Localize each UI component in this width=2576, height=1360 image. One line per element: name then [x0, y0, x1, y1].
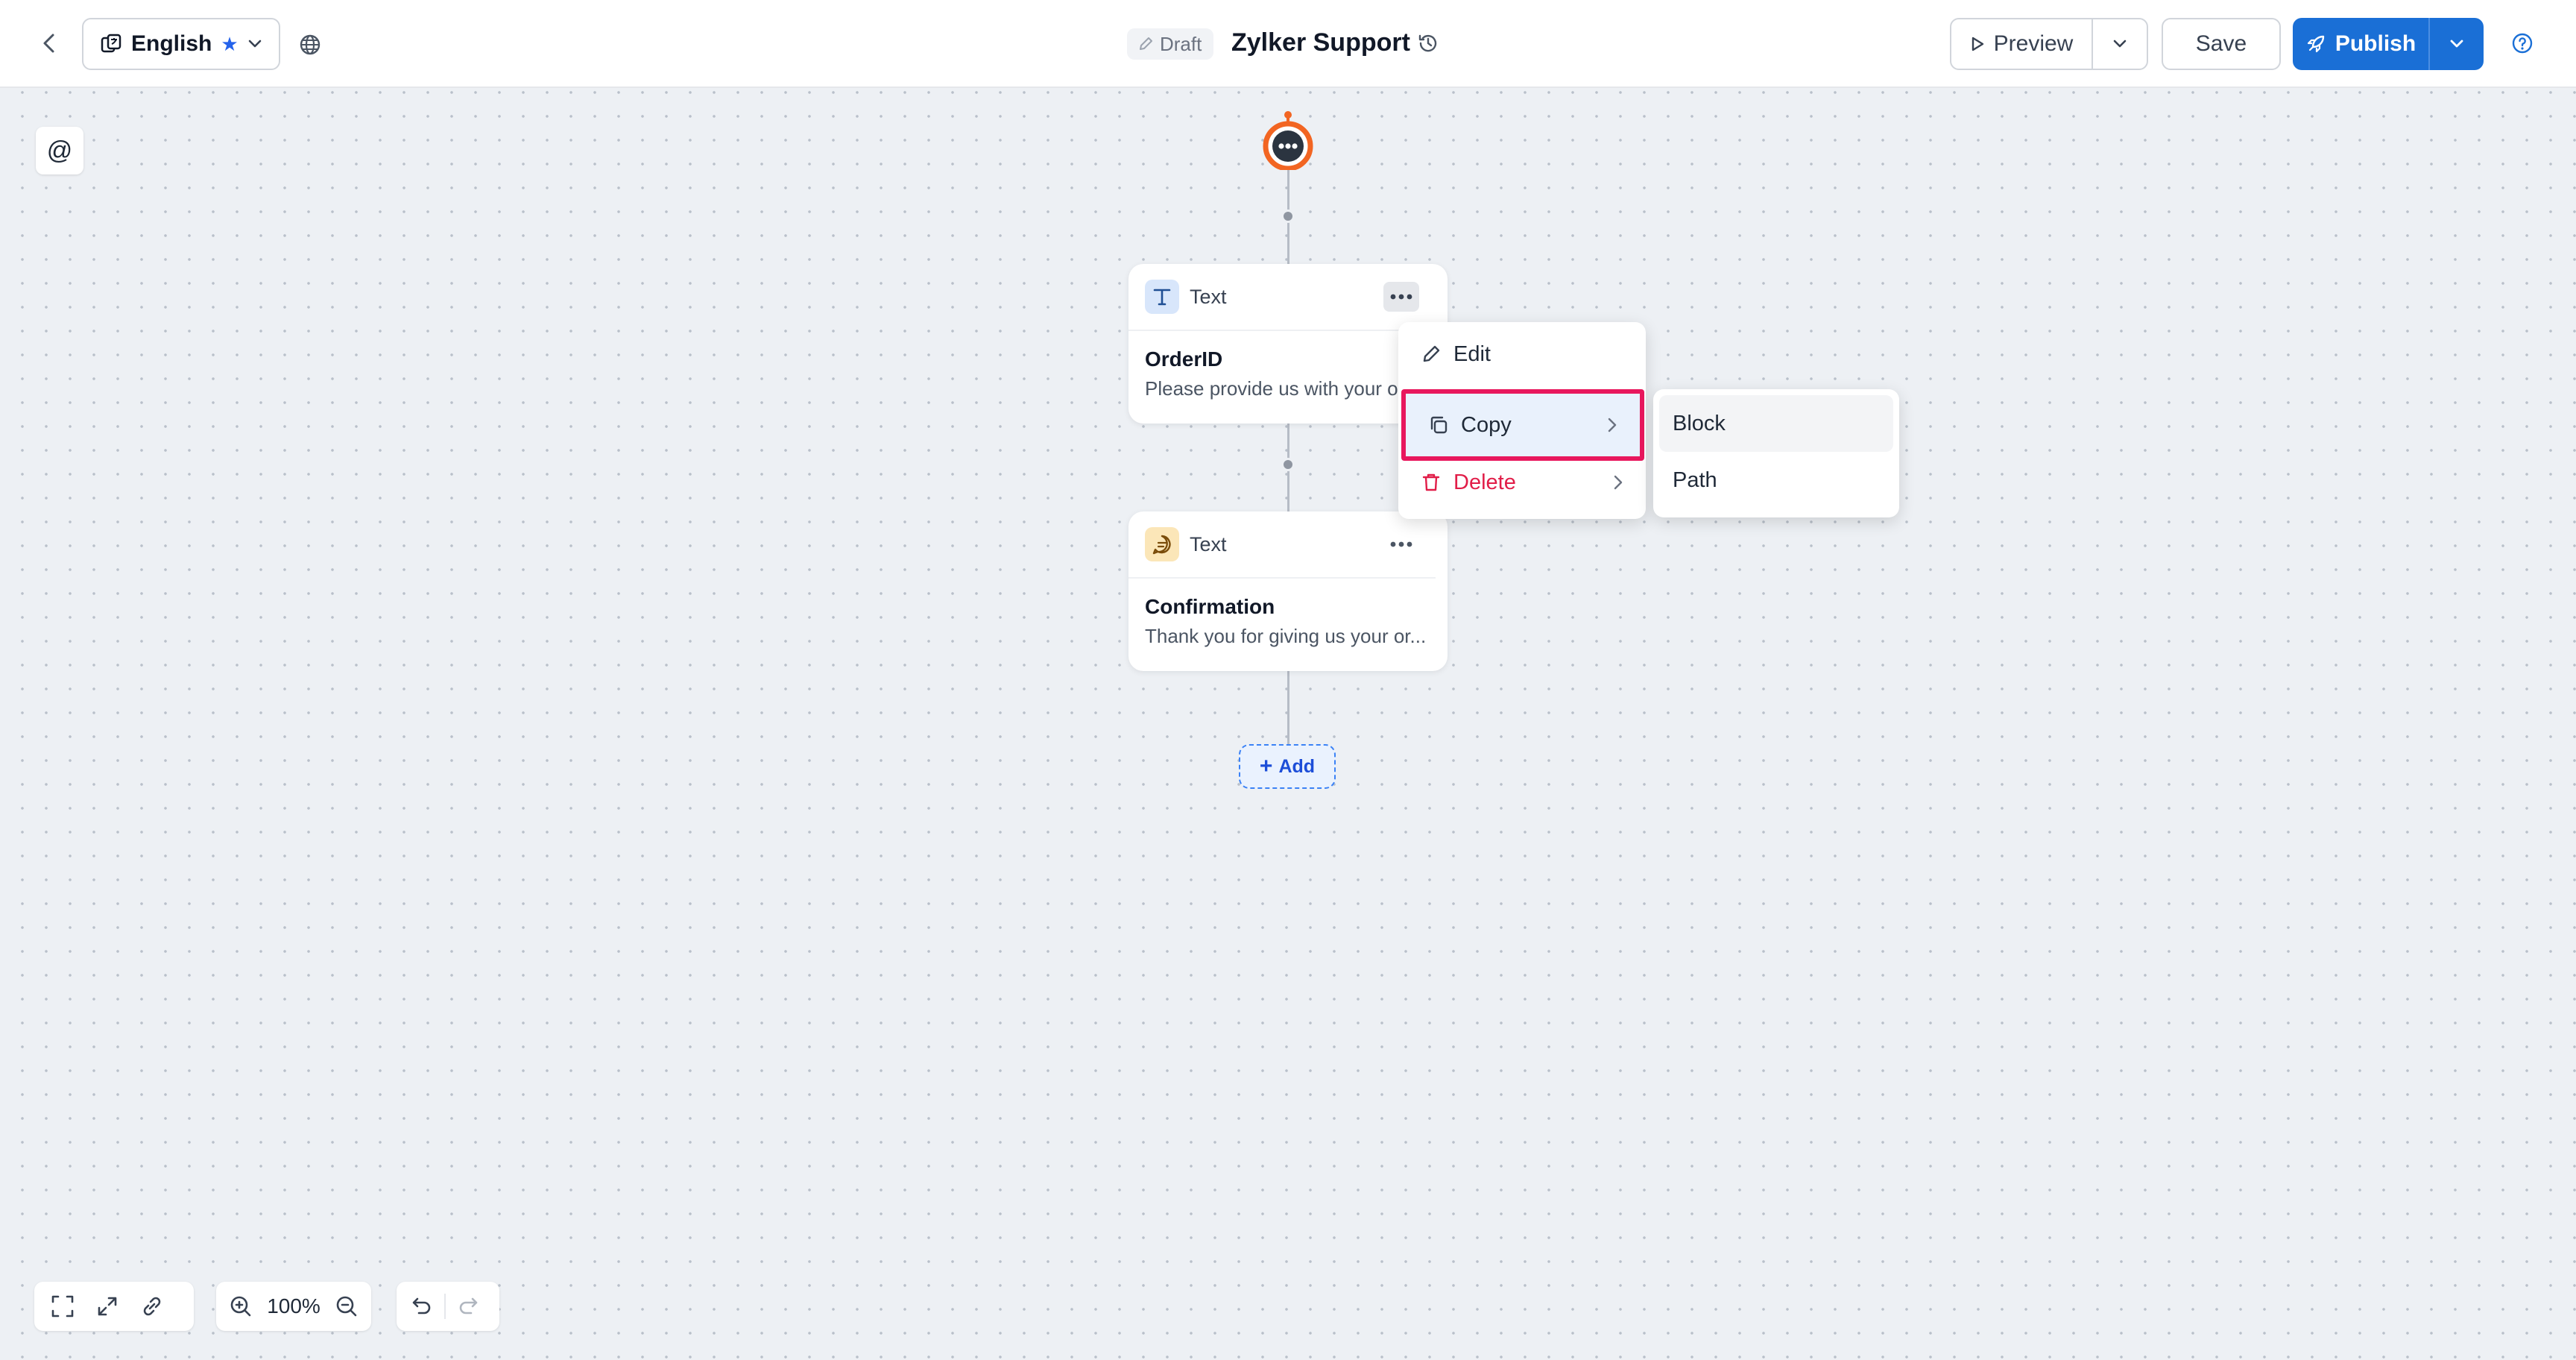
connector-dot	[1281, 458, 1295, 471]
preview-button[interactable]: Preview	[1951, 19, 2093, 69]
node-description: Thank you for giving us your or...	[1145, 625, 1427, 647]
menu-item-label: Edit	[1453, 341, 1491, 366]
node-type-label: Text	[1190, 532, 1227, 555]
link-icon	[143, 1297, 161, 1316]
fit-screen-icon	[51, 1295, 74, 1318]
language-selector[interactable]: English ★	[82, 18, 280, 70]
menu-item-delete[interactable]: Delete	[1398, 456, 1646, 509]
flow-canvas[interactable]: @ Text OrderID Please provide us with yo…	[0, 88, 2576, 1360]
preview-dropdown-button[interactable]	[2093, 19, 2147, 69]
chevron-down-icon	[2113, 40, 2127, 48]
more-horizontal-icon	[1390, 294, 1412, 300]
save-button[interactable]: Save	[2162, 18, 2281, 70]
zoom-in-button[interactable]	[219, 1284, 262, 1329]
node-title: Confirmation	[1145, 595, 1275, 618]
plus-icon: +	[1259, 754, 1273, 778]
node-header: Text	[1128, 511, 1436, 579]
play-icon	[1972, 37, 1983, 51]
submenu-item-path[interactable]: Path	[1659, 452, 1893, 509]
connector-line	[1287, 670, 1289, 744]
chat-bubble-icon	[1152, 535, 1171, 555]
undo-icon	[412, 1297, 431, 1315]
bot-start-icon[interactable]	[1260, 110, 1316, 170]
mention-button[interactable]: @	[36, 127, 83, 174]
pencil-icon	[1140, 37, 1152, 50]
copy-icon	[1430, 416, 1448, 434]
trash-icon	[1422, 473, 1440, 491]
translate-icon	[101, 34, 121, 53]
expand-icon	[98, 1297, 117, 1316]
node-type-label: Text	[1190, 285, 1227, 308]
redo-button[interactable]	[446, 1284, 490, 1329]
expand-button[interactable]	[85, 1284, 130, 1329]
node-header: Text	[1128, 264, 1436, 331]
menu-item-label: Copy	[1461, 412, 1512, 437]
menu-item-edit[interactable]: Edit	[1398, 328, 1646, 380]
back-button[interactable]	[33, 27, 66, 60]
pencil-icon	[1423, 345, 1440, 362]
copy-submenu: Block Path	[1653, 389, 1899, 517]
flow-node-confirmation[interactable]: Text Confirmation Thank you for giving u…	[1128, 511, 1448, 671]
node-more-button[interactable]	[1383, 529, 1419, 559]
more-horizontal-icon	[1390, 541, 1412, 547]
connector-dot	[1281, 210, 1295, 223]
chevron-right-icon	[1608, 418, 1617, 432]
history-icon	[1418, 34, 1437, 52]
node-type-icon	[1145, 280, 1179, 314]
help-button[interactable]	[2506, 27, 2539, 60]
submenu-item-block[interactable]: Block	[1659, 395, 1893, 452]
help-icon	[2512, 33, 2533, 54]
undo-button[interactable]	[400, 1284, 444, 1329]
rocket-icon	[2307, 35, 2325, 53]
preview-split-button: Preview	[1950, 18, 2148, 70]
star-icon: ★	[221, 32, 239, 55]
preview-label: Preview	[1993, 31, 2074, 56]
globe-button[interactable]	[294, 28, 326, 61]
chevron-left-icon	[43, 34, 54, 53]
node-type-icon	[1145, 527, 1179, 561]
status-badge: Draft	[1127, 28, 1214, 60]
language-label: English	[131, 31, 212, 56]
publish-label: Publish	[2334, 31, 2416, 56]
menu-item-copy[interactable]: Copy	[1401, 389, 1644, 461]
status-label: Draft	[1160, 32, 1202, 55]
publish-button[interactable]: Publish	[2293, 18, 2430, 70]
zoom-out-icon	[336, 1296, 357, 1317]
chevron-down-icon	[2450, 40, 2463, 48]
link-button[interactable]	[130, 1284, 174, 1329]
redo-icon	[459, 1297, 478, 1315]
globe-icon	[300, 34, 321, 55]
chevron-right-icon	[1614, 475, 1623, 490]
page-title: Zylker Support	[1231, 28, 1410, 57]
add-label: Add	[1278, 755, 1316, 777]
fit-to-screen-button[interactable]	[40, 1284, 85, 1329]
zoom-controls: 100%	[216, 1282, 371, 1331]
robot-icon	[1263, 111, 1313, 170]
version-history-button[interactable]	[1412, 27, 1445, 60]
zoom-level: 100%	[267, 1294, 321, 1318]
top-bar: English ★ Draft Zylker Support Preview S…	[0, 0, 2576, 88]
menu-item-label: Delete	[1453, 470, 1516, 494]
text-t-icon	[1153, 289, 1171, 306]
zoom-in-icon	[230, 1296, 251, 1317]
view-controls	[34, 1282, 194, 1331]
zoom-out-button[interactable]	[325, 1284, 368, 1329]
node-context-menu: Edit Copy Delete	[1398, 322, 1646, 519]
publish-dropdown-button[interactable]	[2430, 18, 2484, 70]
add-node-button[interactable]: + Add	[1239, 744, 1336, 789]
history-controls	[397, 1282, 499, 1331]
node-more-button[interactable]	[1383, 282, 1419, 312]
publish-split-button: Publish	[2293, 18, 2484, 70]
chevron-down-icon	[248, 40, 262, 48]
